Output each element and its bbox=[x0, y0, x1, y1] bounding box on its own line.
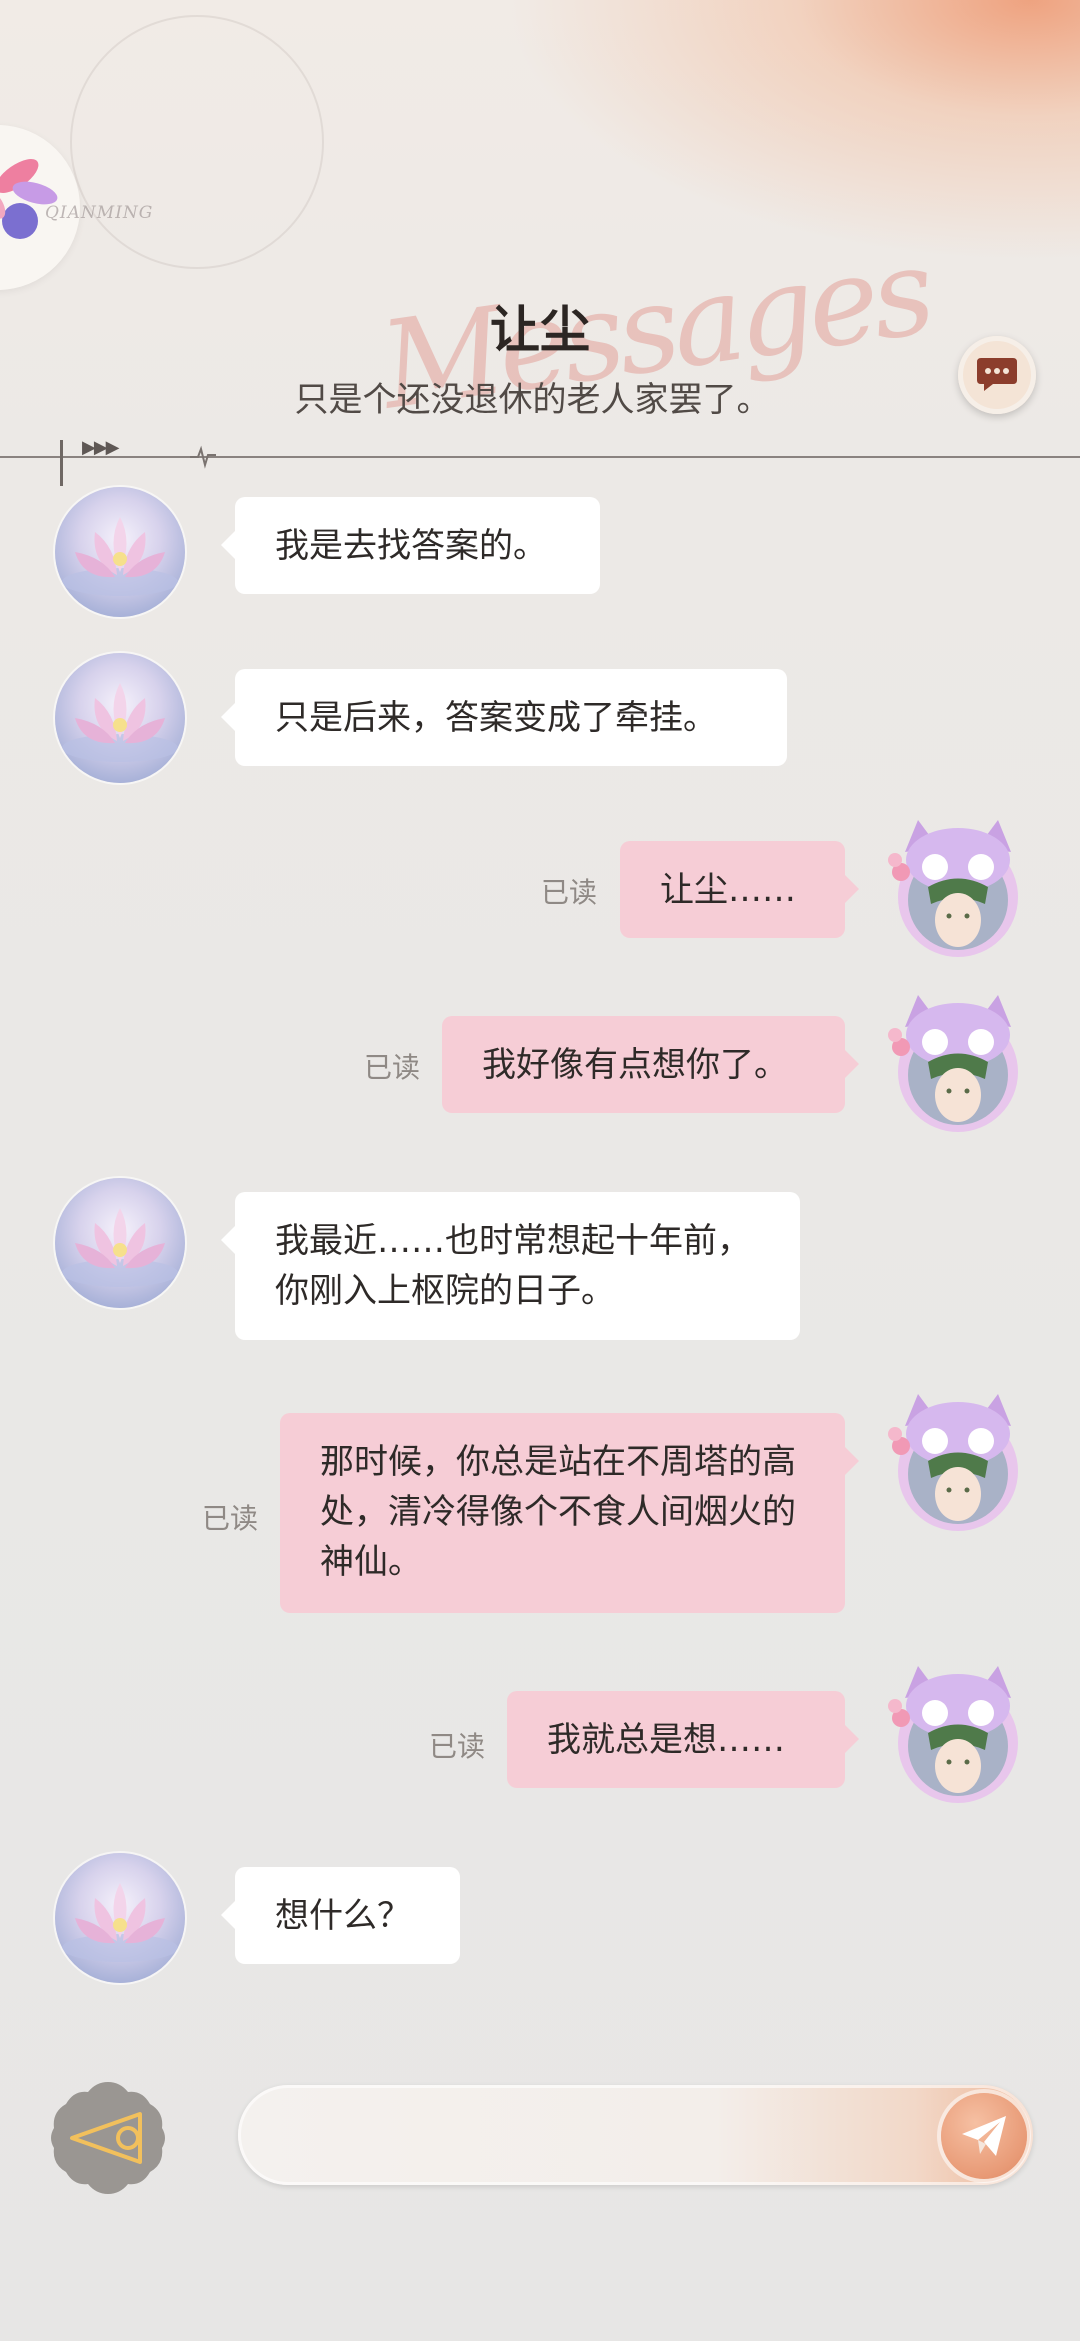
user-avatar[interactable] bbox=[883, 1658, 1033, 1808]
message-text: 只是后来，答案变成了牵挂。 bbox=[275, 698, 717, 738]
decorative-ring bbox=[70, 15, 324, 269]
back-button[interactable] bbox=[48, 2078, 168, 2198]
message-bubble-received[interactable]: 想什么？ bbox=[221, 1867, 460, 1964]
contact-avatar[interactable] bbox=[55, 487, 185, 617]
message-text: 我好像有点想你了。 bbox=[482, 1045, 788, 1085]
contact-avatar[interactable] bbox=[55, 653, 185, 783]
chat-bubble-icon bbox=[977, 358, 1017, 391]
contact-avatar[interactable] bbox=[55, 1853, 185, 1983]
divider-arrows-icon: ▶▶▶ bbox=[82, 437, 120, 458]
message-bubble-received[interactable]: 只是后来，答案变成了牵挂。 bbox=[221, 669, 787, 766]
message-input-bar[interactable] bbox=[238, 2085, 1033, 2185]
send-button[interactable] bbox=[941, 2093, 1027, 2179]
message-text: 让尘…… bbox=[660, 870, 796, 910]
read-receipt: 已读 bbox=[202, 1502, 259, 1535]
paper-plane-icon bbox=[962, 2116, 1006, 2156]
message-bubble-sent[interactable]: 我就总是想…… bbox=[507, 1691, 859, 1788]
user-avatar[interactable] bbox=[883, 812, 1033, 962]
message-bubble-sent[interactable]: 我好像有点想你了。 bbox=[442, 1016, 859, 1113]
read-receipt: 已读 bbox=[364, 1051, 421, 1084]
message-bubble-sent[interactable]: 让尘…… bbox=[620, 841, 859, 938]
triangle-back-icon bbox=[51, 2082, 165, 2194]
user-avatar[interactable] bbox=[883, 1386, 1033, 1536]
user-avatar[interactable] bbox=[883, 987, 1033, 1137]
message-bubble-received[interactable]: 我是去找答案的。 bbox=[221, 497, 600, 594]
contact-name: 让尘 bbox=[490, 301, 590, 359]
contact-avatar[interactable] bbox=[55, 1178, 185, 1308]
message-text: 想什么？ bbox=[275, 1896, 411, 1936]
logo-text: QIANMING bbox=[45, 203, 154, 223]
contact-status: 只是个还没退休的老人家罢了。 bbox=[294, 380, 771, 420]
divider-wave-icon bbox=[190, 445, 216, 469]
message-text: 我是去找答案的。 bbox=[275, 526, 547, 566]
read-receipt: 已读 bbox=[541, 876, 598, 909]
message-bubble-received[interactable]: 我最近……也时常想起十年前，你刚入上枢院的日子。 bbox=[221, 1192, 800, 1340]
message-text: 我就总是想…… bbox=[547, 1720, 785, 1760]
message-input[interactable] bbox=[268, 2105, 912, 2167]
message-bubble-sent[interactable]: 那时候，你总是站在不周塔的高处，清冷得像个不食人间烟火的神仙。 bbox=[280, 1413, 859, 1613]
message-text: 我最近……也时常想起十年前，你刚入上枢院的日子。 bbox=[275, 1221, 751, 1311]
message-text: 那时候，你总是站在不周塔的高处，清冷得像个不食人间烟火的神仙。 bbox=[320, 1442, 796, 1582]
chat-options-button[interactable] bbox=[958, 336, 1036, 414]
header-divider bbox=[0, 456, 1080, 458]
divider-tick bbox=[60, 440, 63, 486]
read-receipt: 已读 bbox=[429, 1730, 486, 1763]
